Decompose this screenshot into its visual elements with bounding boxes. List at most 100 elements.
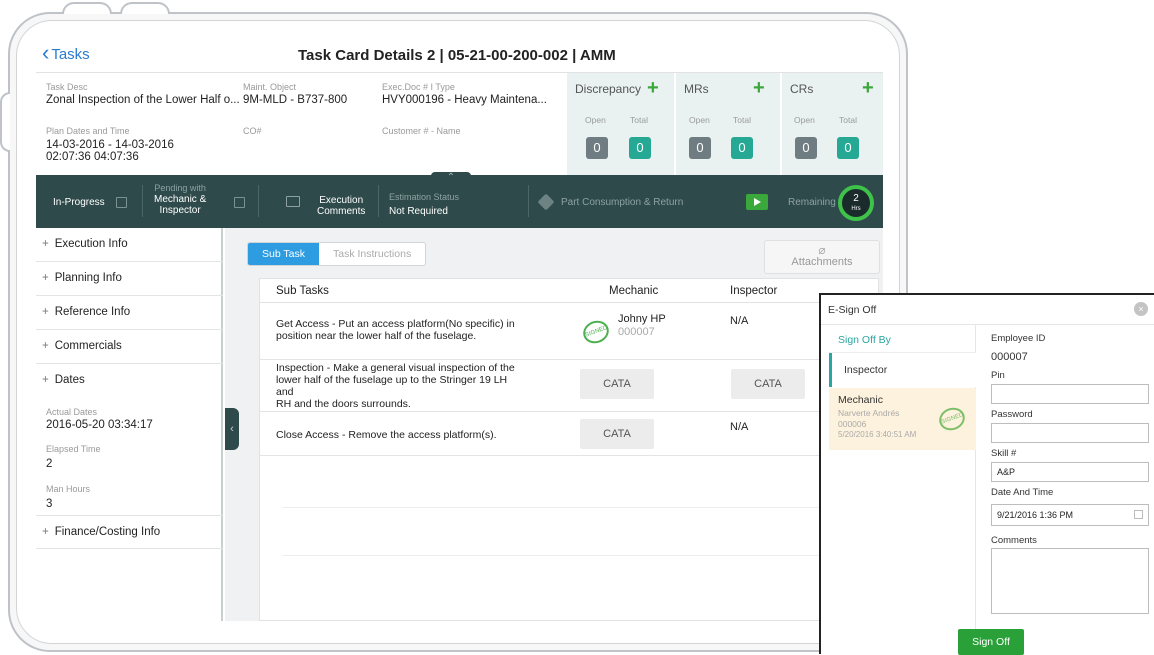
comments-icon[interactable] — [286, 196, 300, 207]
password-input[interactable] — [991, 423, 1149, 443]
mrs-open-count[interactable]: 0 — [689, 137, 711, 159]
inspector-cata-button[interactable]: CATA — [731, 369, 805, 399]
crs-counter: CRs + Open Total 0 0 — [781, 73, 883, 175]
discrepancy-total-count[interactable]: 0 — [629, 137, 651, 159]
inspector-value: N/A — [730, 315, 749, 327]
sign-off-button[interactable]: Sign Off — [958, 629, 1024, 655]
table-row[interactable]: Close Access - Remove the access platfor… — [260, 412, 880, 456]
date-time-value: 9/21/2016 1:36 PM — [997, 510, 1074, 520]
signer-option-label: Inspector — [844, 364, 888, 376]
skill-label: Skill # — [991, 448, 1017, 459]
plus-icon: + — [42, 526, 49, 538]
comments-textarea[interactable] — [991, 548, 1149, 614]
mechanic-id: 000007 — [618, 326, 655, 338]
mechanic-name: Johny HP — [618, 313, 666, 325]
attachments-button[interactable]: ⌀ Attachments — [764, 240, 880, 274]
divider — [258, 185, 259, 217]
add-cr-icon[interactable]: + — [862, 78, 874, 98]
sidebar-item-label: Commercials — [54, 340, 122, 352]
edit-status-icon[interactable] — [116, 197, 127, 208]
maint-object-label: Maint. Object — [243, 82, 297, 92]
mechanic-cata-button[interactable]: CATA — [580, 419, 654, 449]
discrepancy-title: Discrepancy — [575, 82, 642, 96]
discrepancy-counter: Discrepancy + Open Total 0 0 — [566, 73, 674, 175]
crs-open-count[interactable]: 0 — [795, 137, 817, 159]
close-icon[interactable]: × — [1134, 302, 1148, 316]
mrs-total-count[interactable]: 0 — [731, 137, 753, 159]
signed-stamp-icon: SIGNED — [936, 404, 968, 434]
sidebar-item-execution-info[interactable]: + Execution Info — [36, 228, 223, 262]
status-value: In-Progress — [53, 197, 105, 208]
subtask-table: Sub Tasks Mechanic Inspector Get Access … — [259, 278, 880, 621]
employee-id-value: 000007 — [991, 351, 1028, 363]
subtask-text-line: RH and the doors surrounds. — [276, 398, 411, 410]
elapsed-time-value: 2 — [46, 458, 53, 470]
add-mr-icon[interactable]: + — [753, 78, 765, 98]
total-label: Total — [839, 115, 857, 125]
maint-object-value: 9M-MLD - B737-800 — [243, 94, 348, 106]
sidebar-item-dates[interactable]: + Dates — [36, 364, 223, 398]
open-label: Open — [585, 115, 606, 125]
part-consumption-link[interactable]: Part Consumption & Return — [561, 197, 683, 208]
add-discrepancy-icon[interactable]: + — [647, 78, 659, 98]
sign-off-by-label: Sign Off By — [838, 334, 891, 346]
table-row[interactable]: Get Access - Put an access platform(No s… — [260, 303, 880, 360]
subtask-text-line: lower half of the fuselage up to the Str… — [276, 374, 508, 386]
execution-comments-line1: Execution — [319, 195, 364, 206]
execution-comments-button[interactable]: Execution Comments — [317, 195, 365, 217]
esign-dialog: E-Sign Off × Sign Off By Inspector Mecha… — [819, 293, 1154, 655]
inspector-value: N/A — [730, 421, 749, 433]
play-icon[interactable] — [746, 194, 768, 210]
man-hours-label: Man Hours — [46, 484, 91, 494]
dialog-header: E-Sign Off × — [821, 295, 1154, 325]
table-row[interactable]: Inspection - Make a general visual inspe… — [260, 360, 880, 412]
divider — [282, 555, 872, 556]
paperclip-icon: ⌀ — [818, 243, 826, 257]
crs-total-count[interactable]: 0 — [837, 137, 859, 159]
sidebar-item-commercials[interactable]: + Commercials — [36, 330, 223, 364]
mrs-counter: MRs + Open Total 0 0 — [675, 73, 780, 175]
sidebar-item-planning-info[interactable]: + Planning Info — [36, 262, 223, 296]
sidebar-item-label: Reference Info — [54, 306, 131, 318]
main-content: Sub Task Task Instructions ⌀ Attachments… — [225, 228, 883, 621]
remaining-hours-badge: 2 Hrs — [838, 185, 874, 221]
sidebar-item-reference-info[interactable]: + Reference Info — [36, 296, 223, 330]
skill-input[interactable]: A&P — [991, 462, 1149, 482]
back-button[interactable]: ‹ Tasks — [42, 42, 90, 64]
actual-dates-label: Actual Dates — [46, 407, 98, 417]
collapse-header-handle[interactable]: ⌃ — [431, 172, 471, 184]
open-label: Open — [794, 115, 815, 125]
plan-dates-label: Plan Dates and Time — [46, 126, 130, 136]
pending-with-label: Pending with — [154, 183, 206, 193]
subtask-text-line: and — [276, 386, 294, 398]
sidebar-item-label: Execution Info — [54, 238, 128, 250]
collapse-sidebar-handle[interactable]: ‹ — [225, 408, 239, 450]
task-desc-value: Zonal Inspection of the Lower Half o... — [46, 94, 240, 106]
mechanic-signer-time: 5/20/2016 3:40:51 AM — [838, 430, 917, 439]
tab-sub-task[interactable]: Sub Task — [248, 243, 319, 265]
pin-input[interactable] — [991, 384, 1149, 404]
exec-doc-label: Exec.Doc # I Type — [382, 82, 455, 92]
elapsed-time-label: Elapsed Time — [46, 444, 101, 454]
password-label: Password — [991, 409, 1033, 420]
mechanic-signer-id: 000006 — [838, 419, 867, 429]
open-label: Open — [689, 115, 710, 125]
subtask-description: Get Access - Put an access platform(No s… — [276, 318, 576, 342]
signed-stamp-icon: SIGNED — [580, 317, 612, 347]
total-label: Total — [733, 115, 751, 125]
estimation-status-label: Estimation Status — [389, 192, 460, 202]
tab-task-instructions[interactable]: Task Instructions — [319, 243, 425, 265]
divider — [528, 185, 529, 217]
column-header-subtasks: Sub Tasks — [276, 285, 329, 297]
discrepancy-open-count[interactable]: 0 — [586, 137, 608, 159]
signer-option-inspector[interactable]: Inspector — [829, 353, 976, 387]
sidebar-item-finance-costing[interactable]: + Finance/Costing Info — [36, 515, 223, 549]
man-hours-value: 3 — [46, 498, 53, 510]
edit-pending-icon[interactable] — [234, 197, 245, 208]
signer-option-mechanic[interactable]: Mechanic Narverte Andrés 000006 5/20/201… — [829, 388, 976, 450]
calendar-icon[interactable] — [1134, 510, 1143, 519]
tablet-volume-button — [62, 2, 112, 14]
date-time-input[interactable]: 9/21/2016 1:36 PM — [991, 504, 1149, 526]
mechanic-cata-button[interactable]: CATA — [580, 369, 654, 399]
estimation-status: Estimation Status Not Required — [389, 192, 459, 217]
